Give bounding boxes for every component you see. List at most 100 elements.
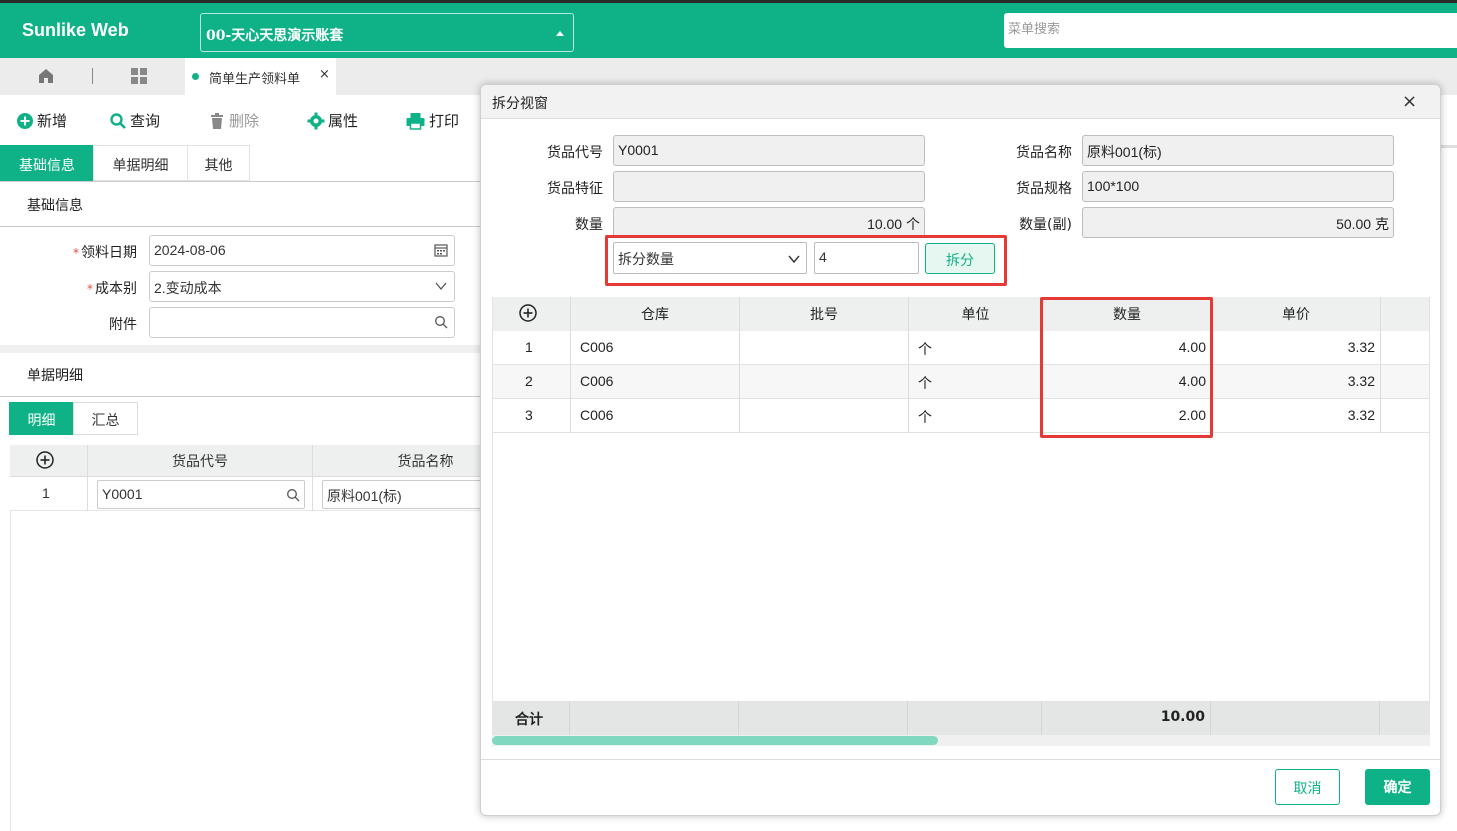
query-button[interactable]: 查询 [109, 110, 160, 131]
brand-logo[interactable]: Sunlike Web [22, 20, 129, 41]
attachment-label: 附件 [109, 317, 137, 333]
unit-price-cell[interactable]: 3.32 [1212, 339, 1375, 355]
table-row[interactable]: 3 C006 个 2.00 3.32 [493, 399, 1429, 433]
split-table-footer: 合计 10.00 [492, 701, 1430, 735]
home-icon[interactable] [37, 67, 55, 85]
subtab-detail[interactable]: 明细 [9, 402, 74, 435]
search-icon[interactable] [286, 488, 300, 502]
column-divider [1380, 297, 1381, 433]
warehouse-cell[interactable]: C006 [580, 373, 613, 389]
product-name-field[interactable]: 原料001(标) [1082, 135, 1394, 166]
chevron-down-icon [435, 282, 447, 291]
properties-button[interactable]: 属性 [307, 110, 358, 131]
secondary-quantity-field[interactable]: 50.00 克 [1082, 207, 1394, 238]
unit-cell[interactable]: 个 [918, 407, 932, 427]
cost-type-label-text: 成本别 [95, 281, 137, 297]
properties-button-label: 属性 [328, 112, 359, 130]
new-button[interactable]: 新增 [16, 110, 67, 131]
product-feature-field[interactable] [613, 171, 925, 202]
tab-other[interactable]: 其他 [187, 145, 250, 181]
requisition-date-label-text: 领料日期 [81, 245, 137, 261]
toolbar: 新增 查询 删除 属性 打印 [0, 95, 480, 145]
product-spec-field[interactable]: 100*100 [1082, 171, 1394, 202]
scrollbar-thumb[interactable] [492, 736, 938, 745]
search-icon [110, 112, 126, 129]
background-edge [1441, 95, 1457, 831]
account-select[interactable]: 00-天心天思演示账套 [200, 13, 574, 52]
printer-icon [406, 112, 425, 130]
warehouse-cell[interactable]: C006 [580, 407, 613, 423]
split-button[interactable]: 拆分 [925, 243, 995, 274]
product-code-input[interactable]: Y0001 [97, 480, 305, 509]
subtab-summary[interactable]: 汇总 [73, 402, 138, 435]
print-button[interactable]: 打印 [405, 110, 459, 131]
split-count-input[interactable]: 4 [814, 242, 919, 274]
product-code-value: Y0001 [102, 486, 143, 502]
split-mode-select[interactable]: 拆分数量 [613, 242, 807, 274]
column-divider [312, 477, 313, 511]
close-icon[interactable]: × [319, 67, 330, 82]
unit-price-cell[interactable]: 3.32 [1212, 407, 1375, 423]
add-row-icon[interactable] [518, 303, 538, 323]
product-code-field[interactable]: Y0001 [613, 135, 925, 166]
column-header-warehouse: 仓库 [641, 307, 669, 323]
divider [0, 396, 480, 397]
column-divider [1210, 701, 1211, 735]
table-row[interactable]: 2 C006 个 4.00 3.32 [493, 365, 1429, 399]
caret-up-icon [556, 31, 564, 36]
horizontal-scrollbar[interactable] [492, 735, 1430, 746]
tab-simple-material-requisition[interactable]: 简单生产领料单 × [185, 58, 336, 95]
product-name-input[interactable]: 原料001(标) [322, 480, 492, 509]
unit-price-cell[interactable]: 3.32 [1212, 373, 1375, 389]
unit-cell[interactable]: 个 [918, 373, 932, 393]
column-divider [87, 477, 88, 511]
grid-icon[interactable] [130, 67, 148, 85]
split-mode-value: 拆分数量 [618, 252, 674, 268]
requisition-date-field[interactable]: 2024-08-06 [149, 235, 455, 266]
column-divider [570, 297, 571, 433]
delete-button[interactable]: 删除 [208, 110, 259, 131]
tab-basic-info[interactable]: 基础信息 [0, 145, 94, 181]
cancel-button[interactable]: 取消 [1275, 769, 1340, 805]
quantity-field[interactable]: 10.00 个 [613, 207, 925, 238]
search-icon[interactable] [434, 315, 448, 329]
total-label: 合计 [515, 712, 543, 728]
column-header-code: 货品代号 [172, 454, 228, 470]
attachment-field[interactable] [149, 307, 455, 338]
cost-type-label: * 成本别 [40, 278, 137, 298]
product-name-value: 原料001(标) [327, 488, 402, 504]
warehouse-cell[interactable]: C006 [580, 339, 613, 355]
split-table-header: 仓库 批号 单位 数量 单价 [493, 297, 1429, 331]
account-select-value: 00-天心天思演示账套 [206, 28, 344, 44]
tab-document-details[interactable]: 单据明细 [93, 145, 188, 181]
calendar-icon[interactable] [434, 243, 448, 257]
unit-cell[interactable]: 个 [918, 339, 932, 359]
row-index: 2 [525, 373, 533, 389]
required-mark: * [87, 282, 93, 296]
chevron-down-icon [788, 255, 800, 264]
required-mark: * [73, 246, 79, 260]
column-divider [1041, 701, 1042, 735]
column-divider [908, 297, 909, 433]
divider [0, 181, 480, 182]
dialog-header: 拆分视窗 × [481, 85, 1440, 119]
trash-icon [211, 112, 223, 129]
cost-type-select[interactable]: 2.变动成本 [149, 271, 455, 302]
new-button-label: 新增 [37, 112, 68, 130]
table-row[interactable]: 1 C006 个 4.00 3.32 [493, 331, 1429, 365]
confirm-button[interactable]: 确定 [1365, 769, 1430, 805]
add-row-icon[interactable] [35, 450, 55, 470]
footer-divider [481, 759, 1440, 760]
split-dialog: 拆分视窗 × 货品代号 Y0001 货品名称 原料001(标) 货品特征 货品规… [480, 84, 1441, 816]
menu-search[interactable] [1004, 13, 1457, 48]
document-details-title: 单据明细 [27, 368, 83, 384]
table-border [10, 511, 11, 831]
row-index: 1 [525, 339, 533, 355]
detail-table-header: 货品代号 货品名称 [10, 445, 480, 477]
table-row: 1 Y0001 原料001(标) [10, 477, 492, 511]
requisition-date-label: * 领料日期 [40, 242, 137, 262]
close-icon[interactable]: × [1402, 91, 1417, 112]
menu-search-input[interactable] [1008, 22, 1453, 37]
column-header-unit: 单位 [961, 307, 990, 323]
column-divider [1379, 701, 1380, 735]
